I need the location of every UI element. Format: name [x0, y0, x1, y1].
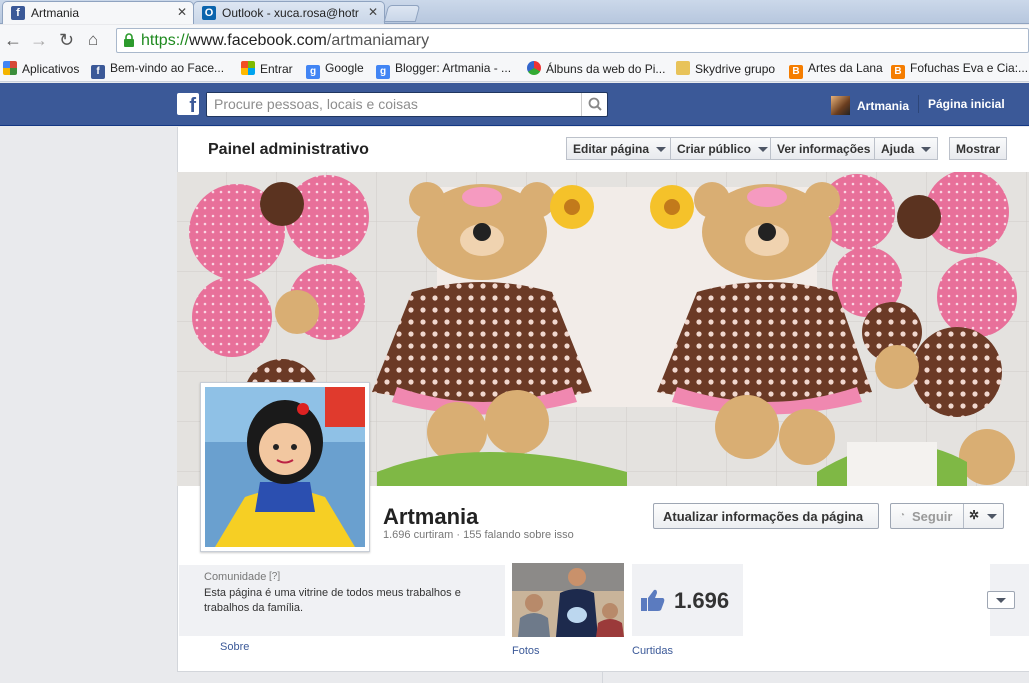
divider	[918, 95, 919, 113]
profile-image	[205, 387, 365, 547]
bookmark-skydrive[interactable]: Skydrive grupo	[676, 61, 775, 76]
description-line: trabalhos da família.	[204, 602, 304, 614]
photos-tile[interactable]	[512, 563, 624, 637]
create-audience-button[interactable]: Criar público	[670, 137, 776, 160]
bookmark-artes-da-lana[interactable]: B Artes da Lana	[789, 61, 883, 79]
profile-link[interactable]: Artmania	[831, 96, 909, 115]
bookmark-picasa[interactable]: Álbuns da web do Pi...	[527, 61, 665, 76]
chevron-down-icon	[996, 598, 1006, 603]
close-icon[interactable]: ✕	[368, 5, 378, 19]
panel-title: Painel administrativo	[208, 141, 369, 158]
page-name: Artmania	[383, 504, 479, 529]
more-tile[interactable]	[987, 564, 1029, 636]
expand-button[interactable]	[987, 591, 1015, 609]
bookmark-entrar[interactable]: Entrar	[241, 61, 293, 76]
likes-count: 1.696	[674, 588, 730, 613]
back-arrow-icon[interactable]: ←	[4, 30, 22, 50]
admin-panel: Painel administrativo Editar página Cria…	[177, 127, 1029, 172]
profile-picture[interactable]	[200, 382, 370, 552]
bookmark-apps[interactable]: Aplicativos	[3, 61, 79, 76]
facebook-header: f Artmania Página inicial	[0, 83, 1029, 126]
forward-arrow-icon[interactable]: →	[30, 30, 48, 50]
help-link[interactable]: [?]	[269, 571, 280, 582]
bookmark-facebook[interactable]: f Bem-vindo ao Face...	[91, 61, 224, 79]
facebook-icon: f	[91, 65, 105, 79]
google-icon: g	[376, 65, 390, 79]
blogger-icon: B	[789, 65, 803, 79]
search-button[interactable]	[581, 93, 607, 116]
likes-tile[interactable]: 1.696	[632, 564, 743, 636]
search-input[interactable]	[207, 93, 567, 115]
gear-icon: ✲	[969, 508, 980, 522]
facebook-icon: f	[11, 6, 25, 20]
reload-icon[interactable]: ↻	[59, 30, 74, 50]
browser-toolbar: ← → ↻ ⌂ https://www.facebook.com/artmani…	[0, 25, 1029, 57]
picasa-icon	[527, 61, 541, 75]
url-text: https://www.facebook.com/artmaniamary	[141, 32, 430, 49]
category-label: Comunidade	[204, 571, 267, 583]
rss-icon: ◔	[899, 510, 906, 521]
follow-button[interactable]: ◔ Seguir ✲	[890, 503, 1004, 529]
chevron-down-icon	[987, 514, 997, 519]
blogger-icon: B	[891, 65, 905, 79]
chevron-down-icon	[758, 147, 769, 152]
close-icon[interactable]: ✕	[177, 5, 187, 19]
page-stats[interactable]: 1.696 curtiram · 155 falando sobre isso	[383, 529, 574, 541]
lock-icon	[124, 33, 134, 47]
about-tile[interactable]: Comunidade [?] Esta página é uma vitrine…	[179, 565, 505, 636]
apps-grid-icon	[3, 61, 17, 75]
about-label[interactable]: Sobre	[220, 641, 249, 653]
folder-icon	[676, 61, 690, 75]
home-link[interactable]: Página inicial	[928, 97, 1005, 111]
view-insights-button[interactable]: Ver informações	[770, 137, 878, 160]
update-page-info-button[interactable]: Atualizar informações da página	[653, 503, 879, 529]
tab-title: Artmania	[31, 6, 80, 20]
likes-label[interactable]: Curtidas	[632, 645, 673, 657]
bookmarks-bar: Aplicativos f Bem-vindo ao Face... Entrar…	[0, 57, 1029, 82]
description-line: Esta página é uma vitrine de todos meus …	[204, 587, 461, 599]
left-gutter	[0, 127, 177, 683]
help-button[interactable]: Ajuda	[874, 137, 939, 160]
bookmark-fofuchas[interactable]: B Fofuchas Eva e Cia:...	[891, 61, 1028, 79]
tab-title: Outlook - xuca.rosa@hotr	[222, 6, 359, 20]
bookmark-google[interactable]: g Google	[306, 61, 364, 79]
edit-page-button[interactable]: Editar página	[566, 137, 674, 160]
timeline-line	[602, 672, 603, 683]
avatar	[831, 96, 850, 115]
search-icon	[588, 97, 602, 111]
tab-artmania[interactable]: f Artmania ✕	[2, 1, 194, 24]
facebook-logo-icon[interactable]: f	[177, 93, 199, 117]
browser-tab-bar: f Artmania ✕ O Outlook - xuca.rosa@hotr …	[0, 0, 1029, 24]
outlook-icon: O	[202, 6, 216, 20]
new-tab-button[interactable]	[383, 5, 421, 22]
search-box	[206, 92, 608, 117]
chevron-down-icon	[921, 147, 932, 152]
chevron-down-icon	[656, 147, 667, 152]
home-icon[interactable]: ⌂	[88, 30, 98, 50]
google-icon: g	[306, 65, 320, 79]
tab-outlook[interactable]: O Outlook - xuca.rosa@hotr ✕	[193, 1, 385, 24]
bookmark-blogger[interactable]: g Blogger: Artmania - ...	[376, 61, 511, 79]
thumbs-up-icon	[641, 589, 665, 611]
address-bar[interactable]: https://www.facebook.com/artmaniamary	[116, 28, 1029, 53]
photos-label[interactable]: Fotos	[512, 645, 540, 657]
photos-thumbnail	[512, 563, 624, 637]
windows-icon	[241, 61, 255, 75]
show-button[interactable]: Mostrar	[949, 137, 1008, 160]
